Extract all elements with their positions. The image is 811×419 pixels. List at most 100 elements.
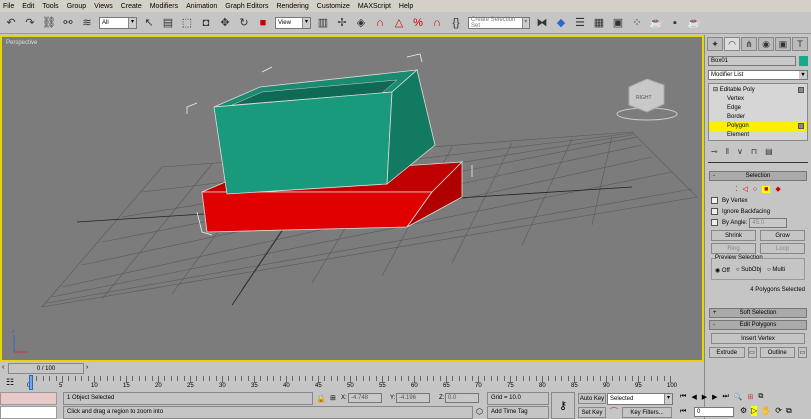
set-key-button[interactable]: Set Key [578,407,606,418]
element-mode-icon[interactable]: ◆ [775,185,780,193]
zoom-extents-icon[interactable]: ⧉ [758,393,763,401]
menu-file[interactable]: File [3,3,14,10]
extrude-settings-icon[interactable]: ▭ [747,347,757,358]
by-vertex-checkbox[interactable]: By Vertex [711,195,811,206]
key-mode-dropdown[interactable]: Selected ▾ [607,393,673,405]
outline-button[interactable]: Outline [759,347,795,358]
preview-subobj-radio[interactable]: ○ SubObj [736,267,761,274]
edit-named-selection-icon[interactable]: {} [449,16,463,30]
layer-manager-icon[interactable]: ☰ [573,16,587,30]
x-coordinate-field[interactable]: -4.748 [348,393,382,403]
create-tab-icon[interactable]: ✦ [707,37,723,51]
object-color-swatch[interactable] [799,56,808,66]
maxscript-listener-pink[interactable] [0,392,57,405]
keyboard-shortcut-icon[interactable]: ◈ [354,16,368,30]
utilities-tab-icon[interactable]: T [792,37,808,51]
absolute-mode-icon[interactable]: ⊞ [330,394,336,402]
border-mode-icon[interactable]: ○ [753,186,757,193]
unlink-icon[interactable]: ⚯ [61,16,75,30]
motion-tab-icon[interactable]: ◉ [758,37,774,51]
select-by-name-icon[interactable]: ▤ [161,16,175,30]
outline-settings-icon[interactable]: ▭ [798,347,807,358]
scale-icon[interactable]: ■ [256,16,270,30]
vertex-mode-icon[interactable]: ⁚ [735,185,737,193]
stack-item-editable-poly[interactable]: ⊟ Editable Poly [709,86,807,95]
object-name-field[interactable]: Box01 [708,56,796,66]
menu-animation[interactable]: Animation [186,3,217,10]
remove-modifier-icon[interactable]: ⊓ [751,147,757,156]
menu-modifiers[interactable]: Modifiers [150,3,178,10]
pin-stack-icon[interactable]: ⊸ [711,147,718,156]
quick-render-icon[interactable]: ☕ [687,16,701,30]
edit-polygons-rollout-header[interactable]: - Edit Polygons [709,320,807,330]
render-setup-icon[interactable]: ☕ [649,16,663,30]
redo-icon[interactable]: ↷ [23,16,37,30]
key-tangent-icon[interactable]: ⌒ [610,406,618,417]
viewcube[interactable]: RIGHT [616,78,678,121]
time-slider-prev[interactable]: ‹ [2,364,4,371]
go-to-end-icon[interactable]: ⏭ [722,393,728,401]
material-editor-icon[interactable]: ⁘ [630,16,644,30]
rectangular-selection-icon[interactable]: ⬚ [180,16,194,30]
menu-customize[interactable]: Customize [317,3,350,10]
zoom-icon[interactable]: 🔍 [734,393,743,401]
z-coordinate-field[interactable]: 0.0 [445,393,479,403]
menu-help[interactable]: Help [399,3,413,10]
menu-group[interactable]: Group [67,3,86,10]
hierarchy-tab-icon[interactable]: ⋔ [741,37,757,51]
play-icon[interactable]: ▶ [702,393,707,401]
soft-selection-rollout-header[interactable]: + Soft Selection [709,308,807,318]
mini-curve-editor-icon[interactable]: ☷ [6,377,14,388]
ignore-backfacing-checkbox[interactable]: Ignore Backfacing [711,206,811,217]
modify-tab-icon[interactable]: ◠ [724,37,740,51]
orbit-icon[interactable]: ⟳ [775,406,782,416]
angle-snap-icon[interactable]: △ [392,16,406,30]
current-frame-field[interactable]: 0 [694,407,734,417]
key-filters-button[interactable]: Key Filters... [622,407,672,418]
next-frame-icon[interactable]: ▶ [712,393,717,401]
perspective-viewport[interactable]: Perspective RIGHT z [0,35,704,362]
stack-item-border[interactable]: Border [709,113,807,122]
undo-icon[interactable]: ↶ [4,16,18,30]
menu-rendering[interactable]: Rendering [276,3,308,10]
pivot-center-icon[interactable]: ▥ [316,16,330,30]
named-selection-set-dropdown[interactable]: Create Selection Set ▾ [468,16,530,29]
manipulate-icon[interactable]: ✢ [335,16,349,30]
maximize-viewport-icon[interactable]: ⧉ [786,406,792,416]
insert-vertex-button[interactable]: Insert Vertex [711,333,805,344]
rotate-icon[interactable]: ↻ [237,16,251,30]
time-config-icon[interactable]: ⚙ [740,406,747,416]
percent-snap-icon[interactable]: % [411,16,425,30]
time-slider[interactable]: ‹ 0 / 100 › [0,362,704,375]
pan-icon[interactable]: ✋ [761,406,771,416]
y-coordinate-field[interactable]: -4.196 [396,393,430,403]
snap-3d-icon[interactable]: ∩ [373,16,387,30]
add-time-tag-button[interactable]: Add Time Tag [487,406,549,419]
extrude-button[interactable]: Extrude [709,347,745,358]
time-slider-thumb[interactable]: 0 / 100 [8,363,84,374]
angle-spinner[interactable]: 45.0 [749,217,788,228]
maxscript-listener-white[interactable] [0,406,57,419]
grow-button[interactable]: Grow [760,230,805,241]
modifier-list-dropdown[interactable]: Modifier List ▾ [708,70,808,80]
lock-selection-icon[interactable]: 🔒 [316,394,326,403]
spinner-snap-icon[interactable]: ∩ [430,16,444,30]
auto-key-button[interactable]: Auto Key [578,393,606,404]
menu-create[interactable]: Create [121,3,142,10]
display-tab-icon[interactable]: ▣ [775,37,791,51]
menu-views[interactable]: Views [94,3,113,10]
rendered-frame-window-icon[interactable]: ▪ [668,16,682,30]
menu-tools[interactable]: Tools [42,3,58,10]
curve-editor-icon[interactable]: ▦ [592,16,606,30]
stack-item-polygon[interactable]: Polygon [709,122,807,131]
shrink-button[interactable]: Shrink [711,230,756,241]
by-angle-checkbox[interactable]: By Angle: 45.0 [711,217,811,228]
edge-mode-icon[interactable]: ◁ [742,185,747,193]
loop-button[interactable]: Loop [760,243,805,254]
previous-frame-icon[interactable]: ◀ [691,393,696,401]
bind-space-warp-icon[interactable]: ≋ [80,16,94,30]
ring-button[interactable]: Ring [711,243,756,254]
move-icon[interactable]: ✥ [218,16,232,30]
show-end-result-icon[interactable]: ‖ [726,147,729,156]
preview-multi-radio[interactable]: ○ Multi [767,267,785,274]
